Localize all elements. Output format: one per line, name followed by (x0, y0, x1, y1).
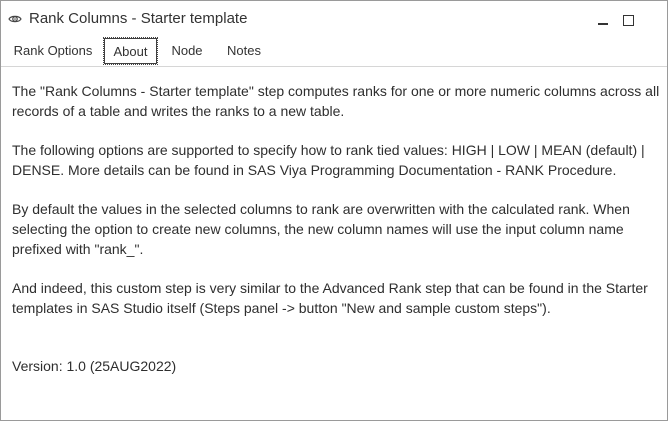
eye-settings-icon (8, 12, 22, 26)
about-paragraph-description: The "Rank Columns - Starter template" st… (12, 83, 660, 119)
about-paragraph-options: The following options are supported to s… (12, 142, 645, 178)
custom-step-window: Rank Columns - Starter template Rank Opt… (0, 0, 668, 421)
tab-about[interactable]: About (103, 37, 158, 65)
version-text: Version: 1.0 (25AUG2022) (12, 358, 177, 374)
title-bar: Rank Columns - Starter template (1, 1, 667, 37)
minimize-button[interactable] (593, 10, 613, 30)
maximize-icon (622, 14, 634, 26)
tab-node[interactable]: Node (165, 37, 209, 65)
tab-notes[interactable]: Notes (219, 37, 269, 65)
about-content: The "Rank Columns - Starter template" st… (12, 81, 660, 395)
tab-rank-options[interactable]: Rank Options (9, 37, 97, 65)
tab-divider (1, 66, 667, 67)
about-paragraph-related-step: And indeed, this custom step is very sim… (12, 280, 648, 316)
about-paragraph-default-behavior: By default the values in the selected co… (12, 201, 630, 257)
window-title: Rank Columns - Starter template (29, 10, 248, 27)
minimize-icon (598, 23, 608, 25)
maximize-button[interactable] (618, 10, 638, 30)
tab-bar: Rank Options About Node Notes (1, 37, 667, 67)
